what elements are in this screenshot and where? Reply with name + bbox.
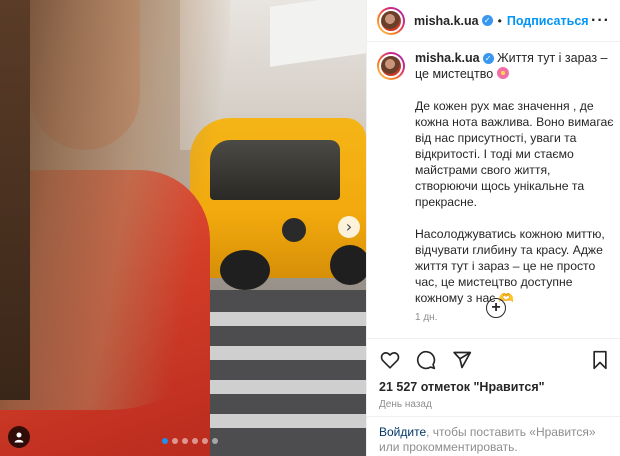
photo-taxi-emblem	[282, 218, 306, 242]
post-caption: misha.k.ua ✓ Життя тут і зараз – це мисте…	[367, 50, 620, 323]
carousel-dot	[202, 438, 208, 444]
post-timestamp: День назад	[379, 399, 432, 410]
avatar-image	[379, 8, 403, 33]
verified-badge-icon: ✓	[481, 15, 493, 26]
send-icon[interactable]	[451, 349, 473, 371]
comment-icon[interactable]	[415, 349, 437, 371]
more-horizontal-icon[interactable]: ···	[591, 12, 610, 30]
follow-button[interactable]: Подписаться	[507, 14, 589, 28]
username-link[interactable]: misha.k.ua	[414, 14, 479, 28]
carousel-dot	[182, 438, 188, 444]
send-icon-glyph	[453, 351, 472, 369]
bookmark-icon[interactable]	[589, 349, 611, 371]
action-bar	[367, 338, 620, 382]
flower-emoji-icon	[496, 67, 509, 79]
photo-hair	[0, 0, 230, 410]
login-prompt: Войдите, чтобы поставить «Нравится» или …	[367, 416, 620, 455]
caption-avatar[interactable]	[377, 52, 405, 80]
heart-icon[interactable]	[379, 349, 401, 371]
caption-paragraph-1: Де кожен рух має значення , де кожна нот…	[415, 99, 614, 209]
caption-paragraph-2: Насолоджуватись кожною миттю, відчувати …	[415, 227, 605, 305]
likes-count[interactable]: 21 527 отметок "Нравится"	[379, 380, 545, 394]
bookmark-icon-glyph	[593, 350, 607, 370]
avatar-image	[379, 54, 403, 78]
carousel-dot	[172, 438, 178, 444]
login-link[interactable]: Войдите	[379, 425, 426, 439]
carousel-dot	[192, 438, 198, 444]
post-photo[interactable]: ›	[0, 0, 366, 456]
chevron-right-icon[interactable]: ›	[338, 216, 360, 238]
person-tag-icon[interactable]	[8, 426, 30, 448]
heart-icon-glyph	[380, 352, 400, 369]
caption-title: misha.k.ua ✓ Життя тут і зараз – це мисте…	[415, 50, 611, 82]
carousel-dots	[162, 438, 218, 444]
caption-username[interactable]: misha.k.ua	[415, 51, 480, 65]
plus-circle-icon[interactable]: +	[486, 298, 506, 318]
carousel-dot	[162, 438, 168, 444]
avatar[interactable]	[377, 6, 405, 35]
photo-taxi-wheel	[330, 245, 366, 285]
caption-timestamp[interactable]: 1 дн.	[415, 312, 611, 323]
comment-icon-glyph	[416, 350, 436, 370]
carousel-dot	[212, 438, 218, 444]
post-sidebar: misha.k.ua ✓ • Подписаться ··· misha.k.u…	[366, 0, 620, 456]
header-separator: •	[497, 13, 502, 28]
verified-badge-icon: ✓	[482, 53, 494, 65]
post-header: misha.k.ua ✓ • Подписаться ···	[367, 0, 620, 42]
person-tag-icon-glyph	[14, 432, 24, 443]
photo-hair-edge	[0, 0, 30, 400]
